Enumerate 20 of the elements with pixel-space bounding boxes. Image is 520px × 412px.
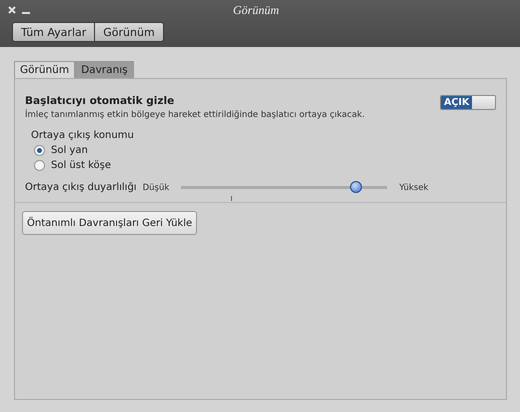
tab[interactable]: Görünüm — [14, 61, 76, 78]
tab[interactable]: Davranış — [75, 61, 134, 78]
toggle-switch[interactable]: AÇIK — [440, 95, 496, 110]
setting-description: İmleç tanımlanmış etkin bölgeye hareket ettirildiğinde başlatıcı ortaya çıkacak. — [25, 110, 365, 120]
reset-button[interactable]: Öntanımlı Davranışları Geri Yükle — [22, 211, 198, 235]
radio-icon[interactable] — [34, 145, 45, 156]
breadcrumb-button[interactable]: Tüm Ayarlar — [12, 22, 96, 42]
slider-label: Ortaya çıkış duyarlılığı — [25, 182, 137, 193]
breadcrumb-button[interactable]: Görünüm — [94, 22, 164, 42]
radio-option[interactable]: Sol üst köşe — [34, 160, 496, 171]
slider-thumb[interactable] — [350, 181, 362, 193]
tick-mark — [231, 196, 232, 201]
close-icon[interactable] — [8, 6, 16, 14]
setting-title: Başlatıcıyı otomatik gizle — [25, 95, 174, 107]
radio-option[interactable]: Sol yan — [34, 145, 496, 156]
max-label: Yüksek — [399, 182, 428, 192]
group-label: Ortaya çıkış konumu — [31, 130, 135, 141]
window-title: Görünüm — [232, 2, 279, 18]
min-label: Düşük — [142, 182, 170, 192]
radio-icon[interactable] — [34, 160, 45, 171]
